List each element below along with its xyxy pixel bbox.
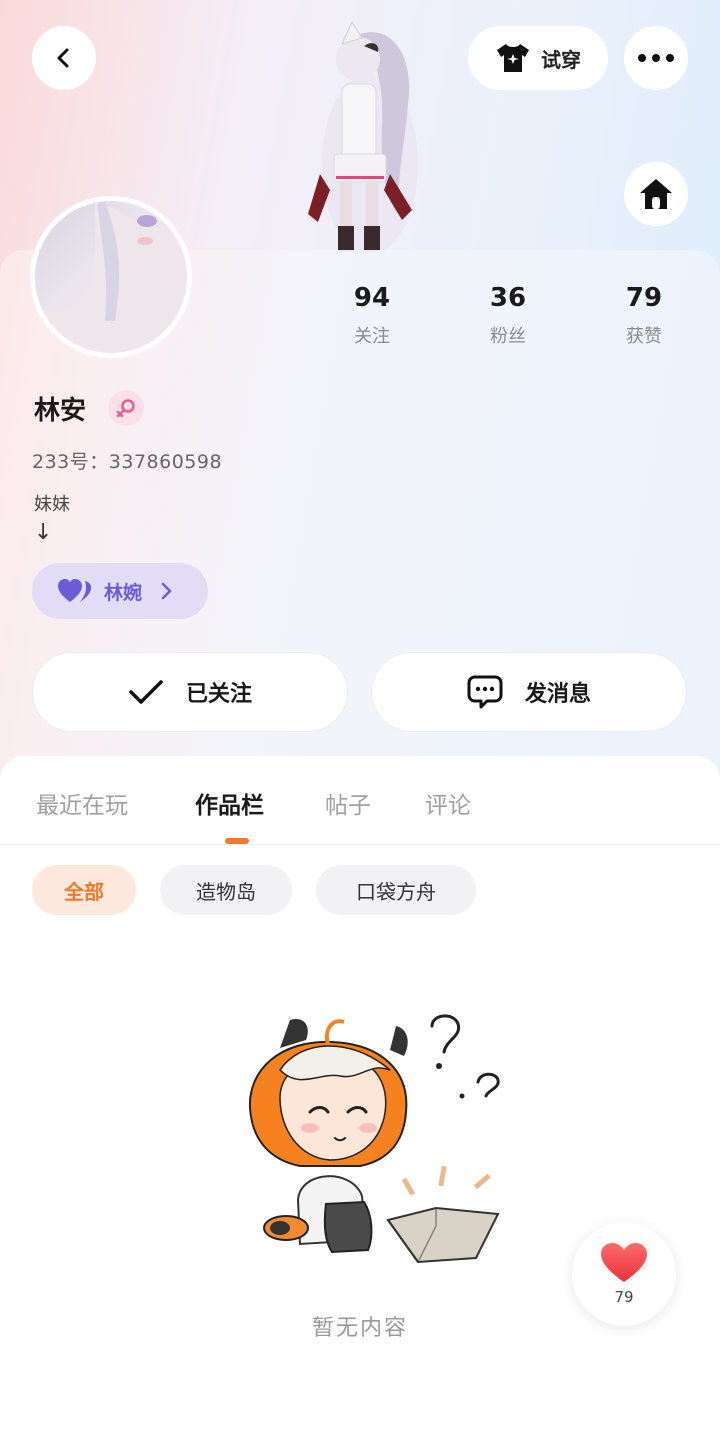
chevron-left-icon: [57, 48, 69, 68]
bio-text: 妹妹: [34, 494, 70, 515]
avatar[interactable]: [30, 196, 192, 358]
more-button[interactable]: [624, 26, 688, 90]
tab-posts[interactable]: 帖子: [325, 786, 371, 820]
filter-all[interactable]: 全部: [32, 865, 136, 915]
double-heart-icon: [58, 579, 92, 602]
home-button[interactable]: [624, 162, 688, 226]
try-on-button[interactable]: 试穿: [468, 26, 608, 90]
try-on-label: 试穿: [541, 47, 581, 72]
follow-label: 已关注: [185, 682, 252, 707]
tab-works[interactable]: 作品栏: [195, 786, 264, 820]
username: 林安: [34, 396, 87, 426]
couple-link-button[interactable]: 林婉: [32, 563, 208, 619]
check-icon: [129, 680, 163, 704]
home-icon: [640, 179, 672, 209]
user-id: 233号：337860598: [32, 451, 223, 473]
like-button[interactable]: 79: [572, 1222, 676, 1326]
message-label: 发消息: [524, 682, 591, 707]
message-button[interactable]: 发消息: [371, 652, 687, 732]
avatar-image: [35, 201, 187, 353]
bio-arrow: ↓: [34, 520, 53, 545]
tab-comments[interactable]: 评论: [425, 786, 471, 820]
chat-bubble-icon: [467, 675, 503, 709]
stat-following[interactable]: 94 关注: [322, 282, 422, 348]
stat-fans[interactable]: 36 粉丝: [458, 282, 558, 348]
tab-recently-played[interactable]: 最近在玩: [36, 786, 128, 820]
more-dots-icon: [638, 54, 674, 62]
like-count: 79: [614, 1288, 634, 1306]
couple-name: 林婉: [104, 581, 143, 604]
empty-state-illustration: [248, 1014, 500, 1264]
stat-fans-label: 粉丝: [490, 326, 526, 347]
avatar-3d-figure: [308, 20, 418, 254]
female-icon: [116, 399, 135, 418]
filter-creation-island[interactable]: 造物岛: [160, 865, 292, 915]
back-button[interactable]: [32, 26, 96, 90]
chevron-right-icon: [161, 582, 172, 600]
stat-likes-value: 79: [625, 283, 663, 313]
stat-following-label: 关注: [354, 326, 390, 347]
filter-pocket-ark[interactable]: 口袋方舟: [316, 865, 476, 915]
tshirt-icon: [497, 44, 529, 72]
follow-button[interactable]: 已关注: [32, 652, 348, 732]
stat-likes-label: 获赞: [626, 326, 662, 347]
heart-icon: [601, 1243, 647, 1282]
stat-fans-value: 36: [489, 283, 527, 313]
stat-following-value: 94: [353, 283, 391, 313]
gender-badge: [108, 390, 144, 426]
tab-divider: [0, 844, 720, 845]
stat-likes[interactable]: 79 获赞: [594, 282, 694, 348]
